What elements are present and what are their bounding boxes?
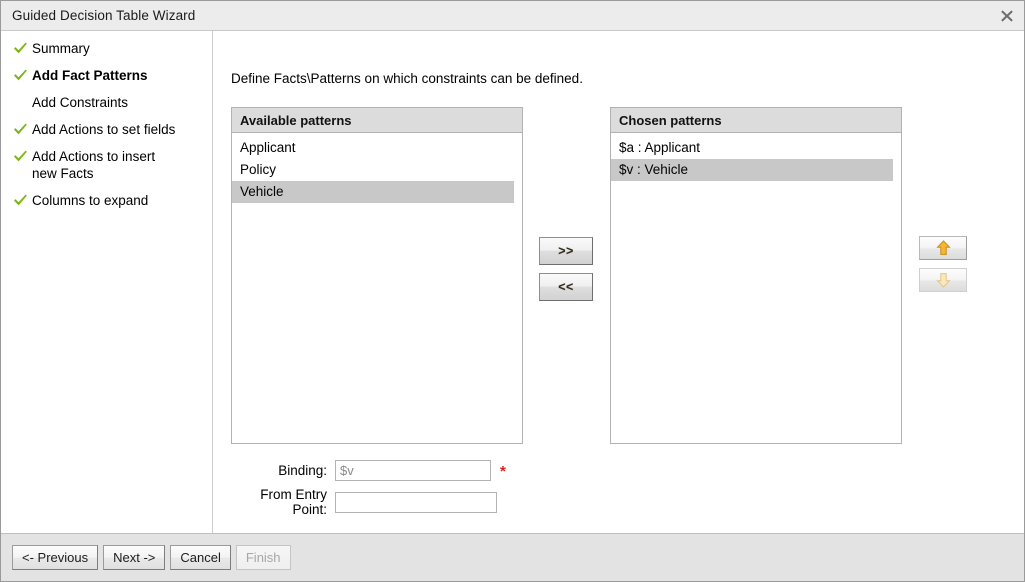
sidebar-item-label: Add Actions to set fields (32, 122, 176, 137)
chosen-patterns-panel: Chosen patterns $a : Applicant $v : Vehi… (610, 107, 902, 444)
sidebar-item-label: Add Actions to insert new Facts (32, 149, 156, 181)
entry-point-label: From Entry Point: (260, 487, 327, 517)
chosen-patterns-list[interactable]: $a : Applicant $v : Vehicle (611, 133, 901, 181)
binding-row: Binding: * (223, 456, 506, 484)
check-icon (10, 40, 30, 57)
sidebar-item-summary[interactable]: Summary (1, 35, 212, 62)
move-up-button[interactable] (919, 236, 967, 260)
available-patterns-panel: Available patterns Applicant Policy Vehi… (231, 107, 523, 444)
window-titlebar: Guided Decision Table Wizard (1, 1, 1024, 31)
entry-point-row: From Entry Point: (223, 487, 506, 517)
cancel-button[interactable]: Cancel (170, 545, 231, 570)
window-title: Guided Decision Table Wizard (12, 8, 196, 23)
available-patterns-list[interactable]: Applicant Policy Vehicle (232, 133, 522, 203)
wizard-footer: <- Previous Next -> Cancel Finish (1, 533, 1024, 581)
check-icon (10, 192, 30, 209)
wizard-step-sidebar: Summary Add Fact Patterns Add Constraint… (1, 31, 213, 533)
binding-input[interactable] (335, 459, 491, 481)
close-icon[interactable] (999, 8, 1015, 24)
sidebar-item-add-fact-patterns[interactable]: Add Fact Patterns (1, 62, 212, 89)
previous-button[interactable]: <- Previous (12, 545, 99, 570)
remove-pattern-button[interactable]: << (539, 273, 593, 301)
list-item[interactable]: $a : Applicant (611, 137, 901, 159)
pattern-form: Binding: * From Entry Point: (223, 456, 506, 520)
sidebar-item-add-constraints[interactable]: Add Constraints (1, 89, 212, 116)
reorder-button-group (919, 236, 967, 292)
check-icon (10, 67, 30, 84)
arrow-up-icon (935, 240, 951, 256)
arrow-down-icon (935, 272, 951, 288)
next-button[interactable]: Next -> (103, 545, 166, 570)
sidebar-item-label: Columns to expand (32, 193, 149, 208)
move-down-button[interactable] (919, 268, 967, 292)
list-item[interactable]: Applicant (232, 137, 522, 159)
sidebar-item-label: Summary (32, 41, 90, 56)
footer-button-group: <- Previous Next -> Cancel Finish (12, 545, 291, 570)
sidebar-item-add-actions-insert-facts[interactable]: Add Actions to insert new Facts (1, 143, 212, 187)
sidebar-item-columns-to-expand[interactable]: Columns to expand (1, 187, 212, 214)
list-item[interactable]: Vehicle (232, 181, 514, 203)
sidebar-item-label: Add Constraints (32, 95, 129, 110)
finish-button: Finish (235, 545, 291, 570)
binding-label: Binding: (278, 462, 327, 478)
wizard-window: Guided Decision Table Wizard Summary Add… (0, 0, 1025, 582)
required-marker: * (500, 462, 506, 480)
transfer-button-group: >> << (539, 237, 593, 301)
check-icon (10, 121, 30, 138)
entry-point-input[interactable] (335, 491, 497, 513)
sidebar-item-label: Add Fact Patterns (32, 68, 148, 83)
wizard-body: Summary Add Fact Patterns Add Constraint… (1, 31, 1024, 533)
list-item[interactable]: $v : Vehicle (611, 159, 893, 181)
chosen-patterns-header: Chosen patterns (611, 108, 901, 133)
sidebar-item-add-actions-set-fields[interactable]: Add Actions to set fields (1, 116, 212, 143)
check-icon (10, 148, 30, 165)
list-item[interactable]: Policy (232, 159, 522, 181)
add-pattern-button[interactable]: >> (539, 237, 593, 265)
available-patterns-header: Available patterns (232, 108, 522, 133)
wizard-content: Define Facts\Patterns on which constrain… (213, 31, 1024, 533)
page-description: Define Facts\Patterns on which constrain… (231, 71, 583, 86)
